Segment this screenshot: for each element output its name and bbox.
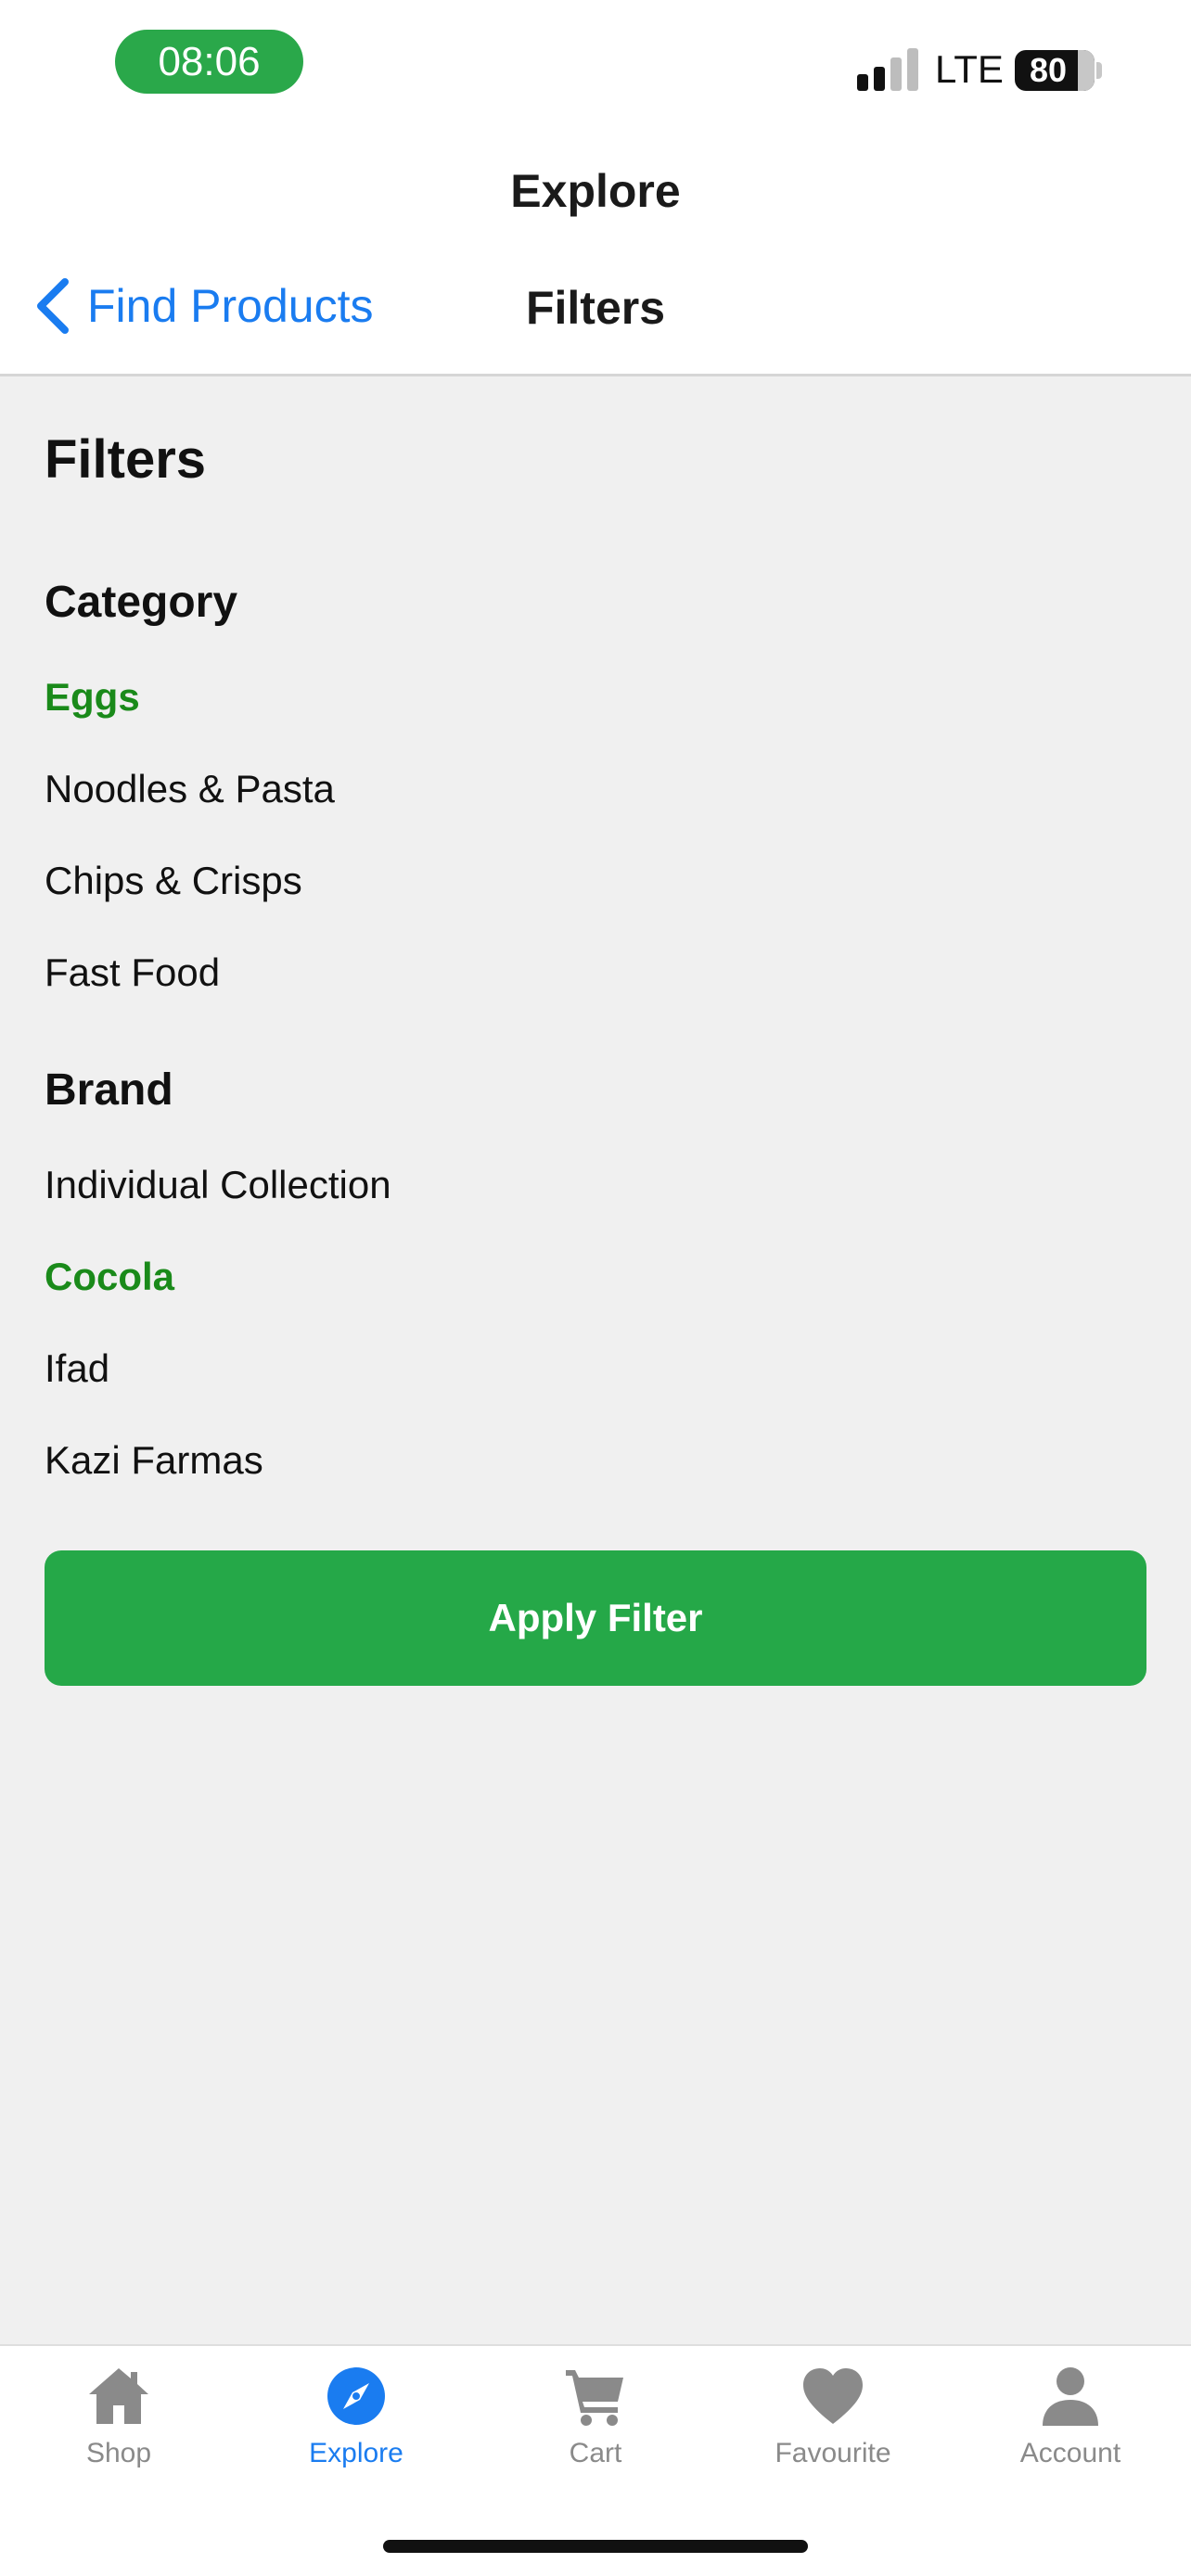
category-option-eggs[interactable]: Eggs [45,671,140,723]
battery-icon: 80 [1015,50,1095,91]
cart-icon [566,2370,623,2426]
category-option-noodles-pasta[interactable]: Noodles & Pasta [45,763,335,815]
tab-label-shop: Shop [85,2438,152,2468]
battery-cap [1096,62,1102,79]
tab-label-cart: Cart [569,2438,622,2468]
tab-cart[interactable]: Cart [477,2365,714,2485]
compass-icon [327,2367,385,2425]
person-icon [1043,2367,1098,2426]
page-heading: Filters [45,429,207,490]
screen-title: Filters [525,282,666,334]
home-indicator [383,2540,808,2553]
brand-option-cocola[interactable]: Cocola [45,1251,174,1303]
category-heading: Category [45,578,238,627]
battery-level: 80 [1029,51,1068,89]
tab-favourite[interactable]: Favourite [714,2365,952,2485]
heart-icon [803,2368,863,2424]
tab-label-favourite: Favourite [775,2438,891,2468]
navigation-header: Explore Find Products Filters [0,139,1191,376]
cellular-signal-icon [857,48,920,91]
tab-account[interactable]: Account [952,2365,1189,2485]
apply-filter-button[interactable]: Apply Filter [45,1550,1146,1686]
tab-label-explore: Explore [309,2438,403,2468]
network-type: LTE [935,47,1004,91]
brand-option-kazi-farmas[interactable]: Kazi Farmas [45,1435,263,1486]
nav-title: Explore [510,165,681,217]
brand-heading: Brand [45,1065,173,1115]
tab-label-account: Account [1019,2438,1121,2468]
tab-shop[interactable]: Shop [0,2365,237,2485]
status-time: 08:06 [115,30,303,94]
house-icon [89,2368,148,2424]
tab-explore[interactable]: Explore [237,2365,475,2485]
status-bar: 08:06 LTE 80 [0,0,1191,139]
brand-option-ifad[interactable]: Ifad [45,1343,109,1395]
category-option-chips-crisps[interactable]: Chips & Crisps [45,855,302,907]
category-option-fast-food[interactable]: Fast Food [45,947,220,999]
brand-option-individual-collection[interactable]: Individual Collection [45,1159,391,1211]
